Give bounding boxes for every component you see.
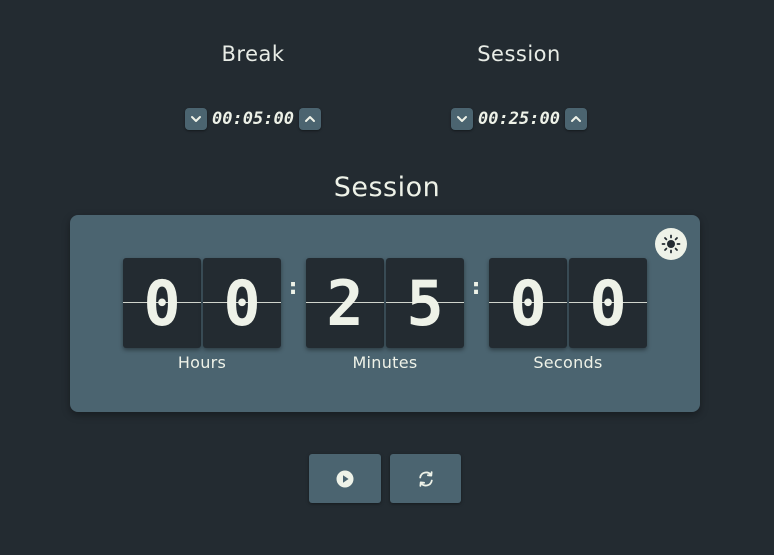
reset-button[interactable]: [390, 454, 461, 503]
chevron-down-icon: [457, 116, 468, 122]
flip-divider: [306, 302, 384, 303]
hours-label: Hours: [177, 353, 227, 372]
pomodoro-app: Break 00:05:00 Session 00:25:00 Session: [0, 0, 774, 555]
minutes-label: Minutes: [352, 353, 418, 372]
flip-divider: [123, 302, 201, 303]
digit-value: 2: [326, 266, 364, 340]
break-controls: 00:05:00: [153, 108, 353, 130]
session-controls: 00:25:00: [419, 108, 619, 130]
session-title: Session: [477, 42, 561, 66]
session-length-value: 00:25:00: [478, 109, 560, 129]
break-length-value: 00:05:00: [212, 109, 294, 129]
clock-card: 0 0 : 2 5 : 0 0 Hours Minutes Seconds: [70, 215, 700, 412]
seconds-tens-digit: 0: [489, 258, 567, 348]
flip-divider: [386, 302, 464, 303]
theme-toggle-button[interactable]: [655, 228, 687, 260]
digit-value: 0: [223, 266, 261, 340]
hours-tens-digit: 0: [123, 258, 201, 348]
chevron-up-icon: [304, 116, 315, 122]
time-separator: :: [288, 275, 298, 300]
minutes-ones-digit: 5: [386, 258, 464, 348]
break-decrement-button[interactable]: [185, 108, 208, 130]
break-title: Break: [221, 42, 285, 66]
refresh-icon: [418, 470, 433, 487]
flip-divider: [569, 302, 647, 303]
chevron-down-icon: [191, 116, 202, 122]
time-separator: :: [471, 275, 481, 300]
break-increment-button[interactable]: [298, 108, 321, 130]
seconds-label: Seconds: [533, 353, 603, 372]
hours-ones-digit: 0: [203, 258, 281, 348]
timer-label: Session: [333, 172, 441, 203]
sun-icon: [661, 234, 681, 254]
digit-value: 5: [406, 266, 444, 340]
session-increment-button[interactable]: [564, 108, 587, 130]
seconds-ones-digit: 0: [569, 258, 647, 348]
start-button[interactable]: [309, 454, 381, 503]
minutes-tens-digit: 2: [306, 258, 384, 348]
chevron-up-icon: [570, 116, 581, 122]
digit-value: 0: [589, 266, 627, 340]
session-decrement-button[interactable]: [451, 108, 474, 130]
flip-divider: [203, 302, 281, 303]
digit-value: 0: [143, 266, 181, 340]
play-icon: [336, 470, 354, 487]
digit-value: 0: [509, 266, 547, 340]
flip-divider: [489, 302, 567, 303]
